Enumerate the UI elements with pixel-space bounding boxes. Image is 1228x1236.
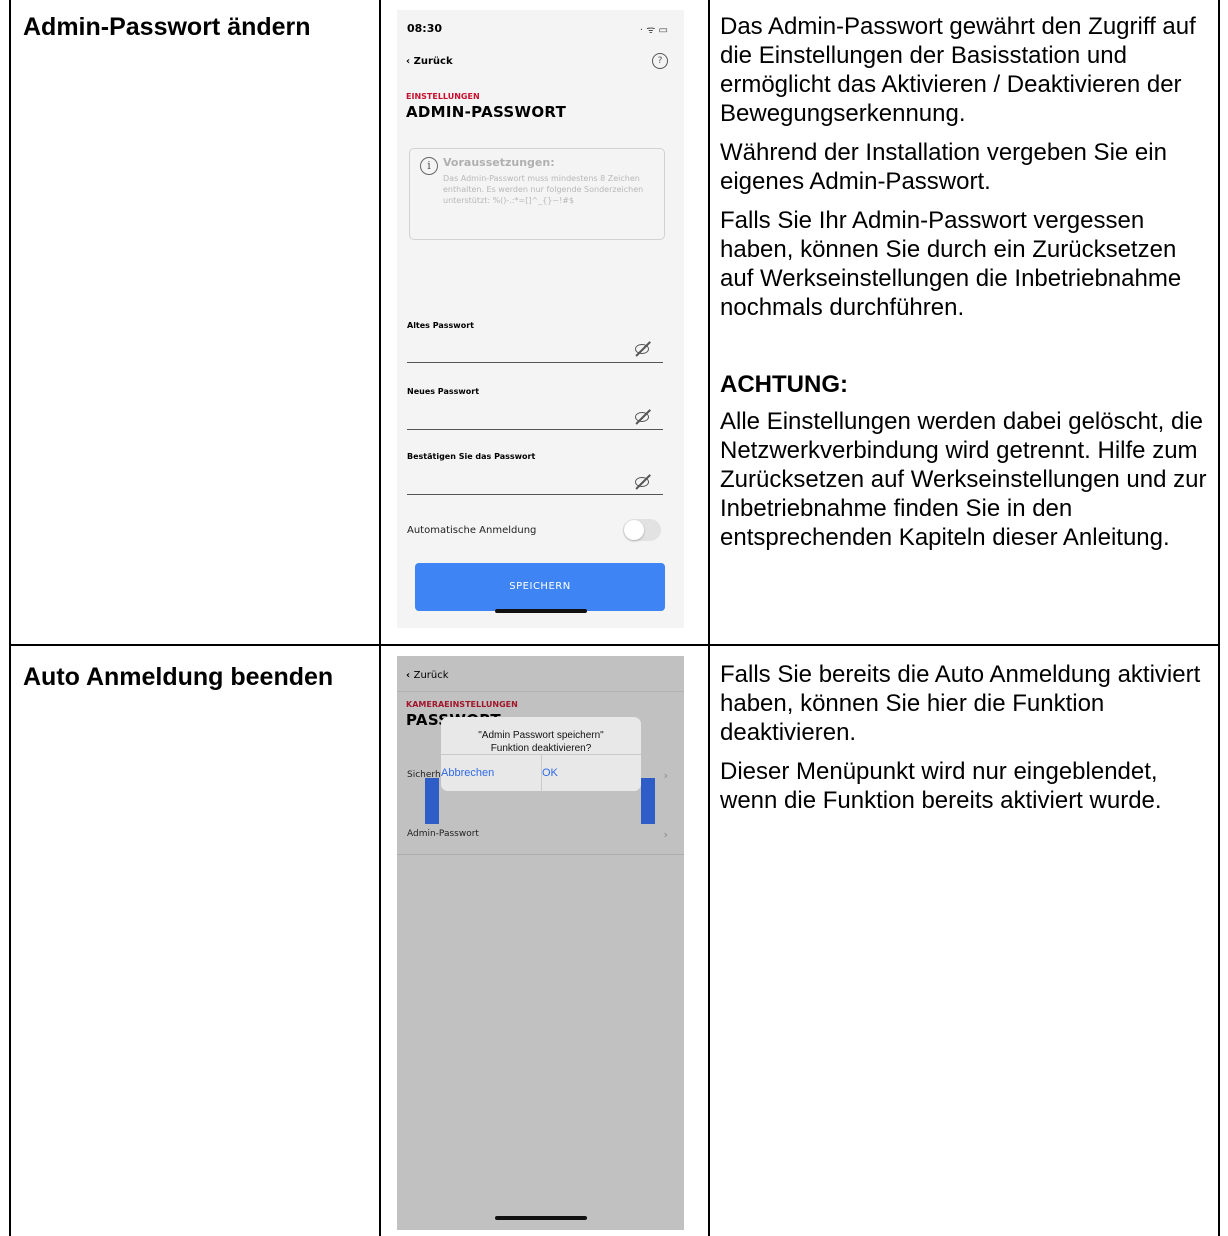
phone-screenshot-admin-password: 08:30 · ᯤ ▭ ‹ Zurück ? EINSTELLUNGEN ADM…	[397, 10, 684, 628]
dialog-cancel-button[interactable]: Abbrechen	[441, 755, 541, 791]
description-paragraph: Falls Sie bereits die Auto Anmeldung akt…	[720, 661, 1201, 746]
row-title: Admin-Passwort ändern	[23, 13, 311, 41]
back-label: Zurück	[413, 56, 453, 67]
back-label: Zurück	[413, 670, 449, 681]
description-paragraph: Das Admin-Passwort gewährt den Zugriff a…	[720, 13, 1196, 127]
description-paragraph: Während der Installation vergeben Sie ei…	[720, 139, 1167, 195]
warning-text: Alle Einstellungen werden dabei gelöscht…	[720, 408, 1207, 551]
help-icon[interactable]: ?	[652, 53, 668, 69]
info-icon: i	[420, 157, 438, 175]
warning-title: ACHTUNG:	[720, 371, 848, 398]
section-label: KAMERAEINSTELLUNGEN	[406, 700, 518, 709]
back-button[interactable]: ‹ Zurück	[406, 56, 453, 67]
dialog-ok-button[interactable]: OK	[542, 755, 642, 791]
dimmed-button-left	[425, 778, 439, 824]
auto-login-label: Automatische Anmeldung	[407, 525, 537, 536]
column-divider	[708, 0, 710, 644]
home-indicator	[495, 609, 587, 613]
section-label: EINSTELLUNGEN	[406, 92, 480, 101]
toggle-visibility-icon[interactable]	[635, 412, 649, 422]
menu-item-admin-password[interactable]: Admin-Passwort	[407, 829, 479, 839]
old-password-label: Altes Passwort	[407, 321, 474, 330]
dialog-actions: Abbrechen OK	[441, 754, 641, 791]
old-password-field[interactable]	[407, 362, 663, 363]
auto-login-toggle[interactable]	[623, 519, 661, 541]
column-divider	[708, 646, 710, 1236]
description-paragraph: Dieser Menüpunkt wird nur eingeblendet, …	[720, 758, 1162, 814]
confirm-password-field[interactable]	[407, 494, 663, 495]
chevron-right-icon: ›	[663, 769, 668, 782]
divider	[397, 691, 684, 692]
requirements-box: i Voraussetzungen: Das Admin-Passwort mu…	[409, 148, 665, 240]
status-icons: · ᯤ ▭	[639, 25, 668, 36]
requirements-text: Das Admin-Passwort muss mindestens 8 Zei…	[443, 174, 644, 205]
new-password-field[interactable]	[407, 429, 663, 430]
status-time: 08:30	[407, 22, 443, 35]
save-button[interactable]: SPEICHERN	[415, 563, 665, 611]
row-description: Falls Sie bereits die Auto Anmeldung akt…	[720, 660, 1215, 825]
dialog-message: "Admin Passwort speichern" Funktion deak…	[441, 717, 641, 755]
row-description: Das Admin-Passwort gewährt den Zugriff a…	[720, 12, 1215, 562]
new-password-label: Neues Passwort	[407, 387, 480, 396]
divider	[397, 854, 684, 855]
confirm-password-label: Bestätigen Sie das Passwort	[407, 452, 536, 461]
toggle-visibility-icon[interactable]	[635, 344, 649, 354]
row-title: Auto Anmeldung beenden	[23, 663, 334, 691]
requirements-title: Voraussetzungen:	[443, 156, 555, 169]
column-divider	[379, 646, 381, 1236]
page-title: ADMIN-PASSWORT	[406, 103, 567, 121]
dialog-message-line: "Admin Passwort speichern"	[478, 730, 604, 741]
column-divider	[379, 0, 381, 644]
home-indicator	[495, 1216, 587, 1220]
back-button[interactable]: ‹ Zurück	[406, 670, 449, 681]
description-paragraph: Falls Sie Ihr Admin-Passwort vergessen h…	[720, 207, 1182, 321]
chevron-right-icon: ›	[663, 828, 668, 841]
dimmed-button-right	[641, 778, 655, 824]
toggle-visibility-icon[interactable]	[635, 477, 649, 487]
